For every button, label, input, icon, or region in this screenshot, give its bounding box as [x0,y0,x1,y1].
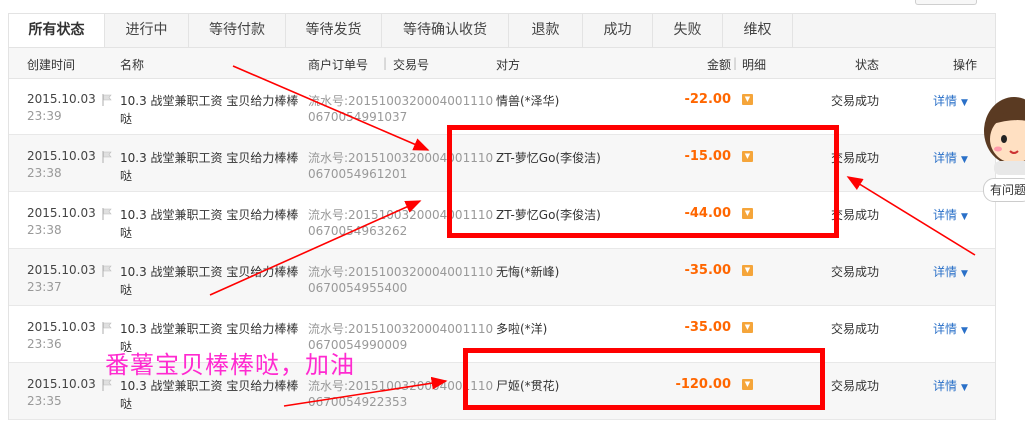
tab-success[interactable]: 成功 [583,14,653,47]
caret-down-icon: ▼ [961,269,968,279]
row-counterparty: 多啦(*洋) [496,322,548,336]
row-status: 交易成功 [831,94,880,108]
flag-icon[interactable] [102,94,112,106]
detail-link[interactable]: 详情 ▼ [933,149,968,166]
row-amount: -35.00 [684,320,731,335]
row-name-cont: 哒 [120,283,133,297]
caret-down-icon: ▼ [961,326,968,336]
detail-expand-icon[interactable]: ▼ [742,265,753,276]
flag-icon[interactable] [102,151,112,163]
flag-icon[interactable] [102,208,112,220]
tab-in-progress[interactable]: 进行中 [105,14,189,47]
table-header: 创建时间 名称 商户订单号 | 交易号 对方 金额 | 明细 状态 操作 [9,47,995,79]
caret-down-icon: ▼ [961,383,968,393]
highlight-box [463,348,825,410]
row-date: 2015.10.03 [27,320,96,334]
tab-awaiting-receipt[interactable]: 等待确认收货 [382,14,509,47]
row-serial-cont: 0670054991037 [308,110,408,124]
row-time: 23:37 [27,280,62,294]
row-date: 2015.10.03 [27,149,96,163]
row-status: 交易成功 [831,322,880,336]
row-date: 2015.10.03 [27,206,96,220]
col-name: 名称 [120,58,145,72]
row-serial-cont: 0670054963262 [308,224,408,238]
row-status: 交易成功 [831,379,880,393]
row-amount: -22.00 [684,92,731,107]
row-time: 23:38 [27,223,62,237]
detail-link[interactable]: 详情 ▼ [933,320,968,337]
row-serial: 流水号:2015100320004001110 [308,94,494,108]
detail-link[interactable]: 详情 ▼ [933,92,968,109]
highlight-box [447,125,839,238]
tab-refund[interactable]: 退款 [509,14,583,47]
row-serial-cont: 0670054922353 [308,395,408,409]
col-status: 状态 [855,58,880,72]
row-status: 交易成功 [831,265,880,279]
row-time: 23:35 [27,394,62,408]
col-separator-2: | [733,56,738,70]
row-name: 10.3 战堂兼职工资 宝贝给力棒棒 [120,208,299,222]
caret-down-icon: ▼ [961,98,968,108]
row-serial-cont: 0670054955400 [308,281,408,295]
row-serial: 流水号:2015100320004001110 [308,265,494,279]
col-separator: | [383,56,388,70]
row-time: 23:38 [27,166,62,180]
col-action: 操作 [953,58,978,72]
row-name: 10.3 战堂兼职工资 宝贝给力棒棒 [120,265,299,279]
row-name: 10.3 战堂兼职工资 宝贝给力棒棒 [120,151,299,165]
caret-down-icon: ▼ [961,212,968,222]
flag-icon[interactable] [102,379,112,391]
col-amount: 金额 [707,58,732,72]
top-scroll-edge [915,0,977,5]
tab-awaiting-shipment[interactable]: 等待发货 [286,14,382,47]
row-date: 2015.10.03 [27,263,96,277]
detail-link-label: 详情 [933,94,958,108]
col-created-time: 创建时间 [27,58,76,72]
col-counterparty: 对方 [496,58,521,72]
caret-down-icon: ▼ [961,155,968,165]
detail-link-label: 详情 [933,379,958,393]
detail-expand-icon[interactable]: ▼ [742,94,753,105]
table-row: 2015.10.03 23:37 10.3 战堂兼职工资 宝贝给力棒棒 哒 流水… [9,249,995,306]
row-name-cont: 哒 [120,169,133,183]
detail-link[interactable]: 详情 ▼ [933,377,968,394]
row-name: 10.3 战堂兼职工资 宝贝给力棒棒 [120,322,299,336]
col-detail: 明细 [742,58,767,72]
row-time: 23:39 [27,109,62,123]
row-time: 23:36 [27,337,62,351]
row-date: 2015.10.03 [27,92,96,106]
col-order-number: 商户订单号 [308,58,369,72]
flag-icon[interactable] [102,265,112,277]
row-name-cont: 哒 [120,112,133,126]
detail-link[interactable]: 详情 ▼ [933,263,968,280]
tab-awaiting-payment[interactable]: 等待付款 [189,14,286,47]
flag-icon[interactable] [102,322,112,334]
detail-link-label: 详情 [933,208,958,222]
tab-failed[interactable]: 失败 [653,14,723,47]
row-serial-cont: 0670054961201 [308,167,408,181]
detail-link-label: 详情 [933,151,958,165]
row-serial: 流水号:2015100320004001110 [308,322,494,336]
row-amount: -35.00 [684,263,731,278]
row-name: 10.3 战堂兼职工资 宝贝给力棒棒 [120,94,299,108]
annotation-text: 番薯宝贝棒棒哒，加油 [105,351,355,379]
detail-link[interactable]: 详情 ▼ [933,206,968,223]
tab-all-status[interactable]: 所有状态 [9,14,105,48]
status-tabs: 所有状态 进行中 等待付款 等待发货 等待确认收货 退款 成功 失败 维权 [8,13,996,48]
col-trade-number: 交易号 [393,58,430,72]
row-date: 2015.10.03 [27,377,96,391]
row-name-cont: 哒 [120,226,133,240]
row-counterparty: 情兽(*泽华) [496,94,560,108]
row-name-cont: 哒 [120,397,133,411]
detail-expand-icon[interactable]: ▼ [742,322,753,333]
detail-link-label: 详情 [933,322,958,336]
help-label[interactable]: 有问题 [983,178,1025,202]
tab-rights[interactable]: 维权 [723,14,793,47]
row-counterparty: 无悔(*新峰) [496,265,560,279]
detail-link-label: 详情 [933,265,958,279]
